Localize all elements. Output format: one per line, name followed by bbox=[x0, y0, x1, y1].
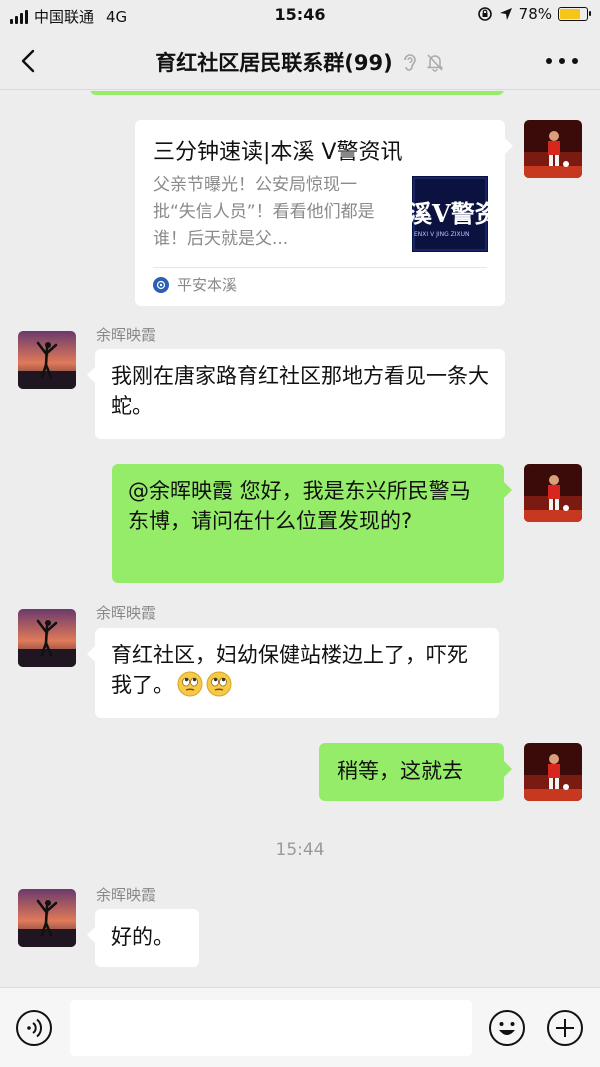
message-text: @余晖映霞 您好，我是东兴所民警马东博，请问在什么位置发现的? bbox=[128, 479, 471, 534]
message-bubble[interactable]: @余晖映霞 您好，我是东兴所民警马东博，请问在什么位置发现的? bbox=[112, 464, 512, 583]
divider bbox=[153, 267, 487, 268]
plus-button[interactable] bbox=[546, 1009, 584, 1047]
message-text: 好的。 bbox=[111, 925, 174, 949]
status-bar: 中国联通 4G 15:46 78% bbox=[0, 0, 600, 32]
voice-button[interactable] bbox=[15, 1009, 53, 1047]
avatar[interactable] bbox=[524, 464, 582, 522]
sender-name: 余晖映霞 bbox=[96, 604, 157, 622]
thumbnail-text: 溪V警资 bbox=[412, 199, 488, 228]
time-separator: 15:44 bbox=[275, 840, 325, 860]
more-button[interactable] bbox=[546, 49, 578, 73]
link-card-thumbnail: 溪V警资 ENXI V JING ZIXUN bbox=[412, 176, 488, 252]
chat-title-bar: 育红社区居民联系群(99) bbox=[0, 47, 600, 77]
sender-name: 余晖映霞 bbox=[96, 326, 157, 344]
battery-icon bbox=[558, 7, 591, 21]
message-text: 我刚在唐家路育红社区那地方看见一条大蛇。 bbox=[111, 364, 489, 419]
emoji-icon bbox=[489, 1010, 525, 1046]
avatar[interactable] bbox=[18, 609, 76, 667]
link-card[interactable]: 三分钟速读|本溪 V警资讯 父亲节曝光！公安局惊现一批“失信人员”！看看他们都是… bbox=[135, 120, 513, 306]
avatar[interactable] bbox=[18, 331, 76, 389]
avatar[interactable] bbox=[524, 743, 582, 801]
message-input[interactable] bbox=[70, 1000, 472, 1056]
avatar[interactable] bbox=[18, 889, 76, 947]
more-icon bbox=[546, 58, 552, 64]
message-bubble[interactable]: 稍等，这就去 bbox=[319, 743, 512, 801]
previous-message-bubble bbox=[90, 91, 504, 95]
avatar-sunset-image bbox=[18, 609, 76, 667]
voice-icon bbox=[16, 1010, 52, 1046]
link-card-description: 父亲节曝光！公安局惊现一批“失信人员”！看看他们都是谁！后天就是父... bbox=[153, 175, 375, 250]
source-name: 平安本溪 bbox=[177, 276, 238, 294]
chat-title: 育红社区居民联系群(99) bbox=[155, 51, 393, 75]
avatar[interactable] bbox=[524, 120, 582, 178]
message-text: 育红社区，妇幼保健站楼边上了，吓死我了。 bbox=[111, 643, 468, 698]
link-card-title: 三分钟速读|本溪 V警资讯 bbox=[153, 140, 403, 165]
mute-bell-icon bbox=[426, 54, 444, 72]
status-right: 78% bbox=[477, 5, 591, 23]
avatar-footballer-image bbox=[524, 120, 582, 178]
avatar-sunset-image bbox=[18, 889, 76, 947]
input-bar bbox=[0, 987, 600, 1067]
battery-percent: 78% bbox=[518, 5, 552, 23]
thumbnail-subtext: ENXI V JING ZIXUN bbox=[414, 231, 470, 238]
rolling-eyes-emoji bbox=[206, 671, 232, 697]
avatar-footballer-image bbox=[524, 464, 582, 522]
rolling-eyes-emoji bbox=[177, 671, 203, 697]
message-bubble[interactable]: 好的。 bbox=[87, 909, 199, 967]
emoji-button[interactable] bbox=[488, 1009, 526, 1047]
ear-icon bbox=[403, 54, 416, 71]
lock-rotation-icon bbox=[477, 7, 492, 21]
message-bubble[interactable]: 我刚在唐家路育红社区那地方看见一条大蛇。 bbox=[87, 349, 505, 439]
nav-bar: 育红社区居民联系群(99) bbox=[0, 32, 600, 90]
chat-messages[interactable]: 三分钟速读|本溪 V警资讯 父亲节曝光！公安局惊现一批“失信人员”！看看他们都是… bbox=[0, 91, 600, 987]
message-text: 稍等，这就去 bbox=[337, 759, 463, 783]
avatar-sunset-image bbox=[18, 331, 76, 389]
plus-icon bbox=[547, 1010, 583, 1046]
sender-name: 余晖映霞 bbox=[96, 886, 157, 904]
police-badge-icon bbox=[153, 276, 169, 293]
message-bubble[interactable]: 育红社区，妇幼保健站楼边上了，吓死我了。 bbox=[87, 628, 499, 718]
avatar-footballer-image bbox=[524, 743, 582, 801]
location-icon bbox=[499, 8, 512, 20]
link-card-source: 平安本溪 bbox=[153, 274, 237, 295]
